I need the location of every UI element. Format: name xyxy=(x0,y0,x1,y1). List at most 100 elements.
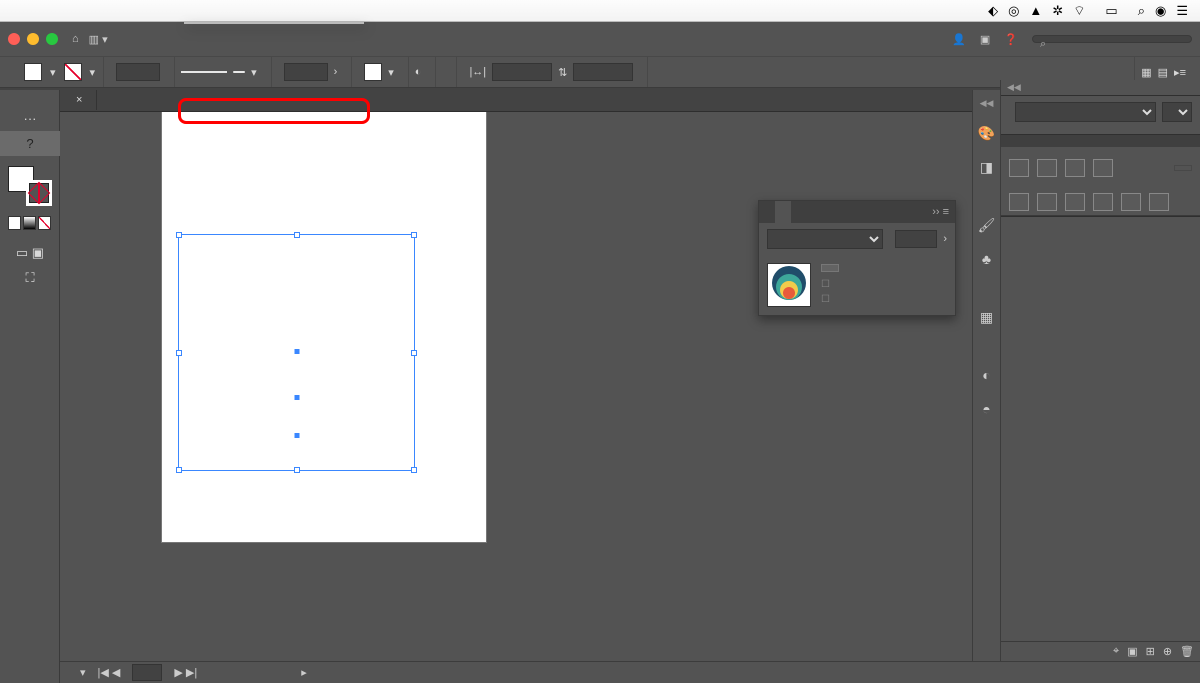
gradient-icon[interactable]: ▦ xyxy=(977,307,997,327)
brush-basic-badge[interactable] xyxy=(233,71,245,73)
shape-height-input[interactable] xyxy=(573,63,633,81)
divide-button[interactable] xyxy=(1009,193,1029,211)
appearance-icon[interactable]: ◐ xyxy=(977,365,997,385)
align-pixel-icon[interactable]: ▤ xyxy=(1158,66,1168,79)
anchor-point[interactable] xyxy=(294,395,299,400)
window-close-button[interactable] xyxy=(8,33,20,45)
stroke-swatch[interactable] xyxy=(64,63,82,81)
transparency-thumb[interactable] xyxy=(767,263,811,307)
unite-button[interactable] xyxy=(1009,159,1029,177)
fill-dropdown-icon[interactable]: ▾ xyxy=(50,66,56,79)
intersect-button[interactable] xyxy=(1065,159,1085,177)
stroke-weight-input[interactable] xyxy=(116,63,160,81)
dropbox-icon[interactable]: ⬖ xyxy=(988,3,998,19)
selection-handle[interactable] xyxy=(294,232,300,238)
home-icon[interactable]: ⌂ xyxy=(72,33,79,45)
stroke-box[interactable] xyxy=(26,180,52,206)
window-minimize-button[interactable] xyxy=(27,33,39,45)
more-icon[interactable]: ▸≡ xyxy=(1174,66,1186,79)
canvas[interactable] xyxy=(60,112,972,661)
delete-layer-icon[interactable]: 🗑 xyxy=(1180,645,1194,658)
minus-back-button[interactable] xyxy=(1149,193,1169,211)
selection-handle[interactable] xyxy=(411,467,417,473)
exclude-button[interactable] xyxy=(1093,159,1113,177)
bluetooth-icon[interactable]: ✲ xyxy=(1052,3,1063,19)
tab-close-icon[interactable]: × xyxy=(76,94,82,106)
artboard-nav-input[interactable] xyxy=(132,664,162,681)
screen-mode-button[interactable]: ⛶ xyxy=(0,265,60,290)
selection-handle[interactable] xyxy=(294,467,300,473)
gradient-tab[interactable] xyxy=(759,201,775,223)
locate-layer-icon[interactable]: ⌖ xyxy=(1113,645,1119,658)
wifi-icon[interactable]: ⌔ xyxy=(1073,3,1085,19)
make-mask-button[interactable] xyxy=(821,264,839,272)
new-sublayer-icon[interactable]: ⊞ xyxy=(1146,645,1155,658)
pathfinder-title[interactable] xyxy=(1001,135,1200,147)
invert-mask-checkbox: ☐ xyxy=(821,294,947,305)
fill-swatch[interactable] xyxy=(24,63,42,81)
unknown-tool-button[interactable]: ? xyxy=(0,131,60,156)
selection-handle[interactable] xyxy=(176,232,182,238)
edit-toolbar-button[interactable]: ··· xyxy=(0,106,60,131)
new-layer-icon[interactable]: ⊕ xyxy=(1163,645,1172,658)
stroke-dropdown-icon[interactable]: ▾ xyxy=(90,66,96,79)
blend-mode-select[interactable] xyxy=(767,229,883,249)
tools-panel: ··· ? ▭ ▣ ⛶ xyxy=(0,90,60,683)
shape-width-input[interactable] xyxy=(492,63,552,81)
siri-icon[interactable]: ◉ xyxy=(1155,3,1166,19)
opacity-input-panel[interactable] xyxy=(895,230,937,248)
selection-handle[interactable] xyxy=(411,350,417,356)
selection-bounding-box[interactable] xyxy=(178,234,415,471)
anchor-point[interactable] xyxy=(294,433,299,438)
crop-button[interactable] xyxy=(1093,193,1113,211)
arrange-panel-icon[interactable]: ▣ xyxy=(980,33,990,46)
battery-icon[interactable]: ▭ xyxy=(1105,3,1117,19)
outline-button[interactable] xyxy=(1121,193,1141,211)
selection-handle[interactable] xyxy=(176,467,182,473)
window-zoom-button[interactable] xyxy=(46,33,58,45)
artboard-next-icon[interactable]: ▶ ▶| xyxy=(174,666,197,679)
sync-icon[interactable]: ◎ xyxy=(1008,3,1019,19)
opacity-input[interactable] xyxy=(284,63,328,81)
make-clip-icon[interactable]: ▣ xyxy=(1127,645,1137,658)
graphic-styles-icon[interactable]: ◓ xyxy=(977,399,997,419)
color-mode-gradient[interactable] xyxy=(23,216,36,230)
document-tab[interactable]: × xyxy=(68,90,97,110)
minus-front-button[interactable] xyxy=(1037,159,1057,177)
arrange-docs-icon[interactable]: ▥ ▾ xyxy=(89,33,108,46)
recolor-icon[interactable]: ◐ xyxy=(415,66,422,78)
shape-width-icon[interactable]: |↔| xyxy=(469,66,486,78)
stroke-weight-select[interactable] xyxy=(1015,102,1156,122)
color-guide-icon[interactable]: ◨ xyxy=(977,157,997,177)
color-mode-color[interactable] xyxy=(8,216,21,230)
help-icon[interactable]: ❓ xyxy=(1004,33,1018,46)
transparency-panel[interactable]: ›› ≡ › ☐ ☐ xyxy=(758,200,956,316)
control-center-icon[interactable]: ☰ xyxy=(1176,3,1188,19)
transparency-tab[interactable] xyxy=(775,201,791,223)
style-swatch[interactable] xyxy=(364,63,382,81)
brushes-icon[interactable]: 🖌 xyxy=(977,215,997,235)
fill-stroke-control[interactable] xyxy=(8,166,52,206)
selection-handle[interactable] xyxy=(411,232,417,238)
color-panel-icon[interactable]: 🎨 xyxy=(977,123,997,143)
anchor-point[interactable] xyxy=(294,349,299,354)
status-bar: ▾ |◀ ◀ ▶ ▶| ▸ xyxy=(60,661,1200,683)
trim-button[interactable] xyxy=(1037,193,1057,211)
pathfinders-label xyxy=(1001,181,1200,189)
drawing-mode-row[interactable]: ▭ ▣ xyxy=(0,240,60,265)
spotlight-icon[interactable]: ⌕ xyxy=(1138,3,1145,19)
right-panels: ◀◀ ⌖ ▣ ⊞ ⊕ 🗑 xyxy=(1000,80,1200,661)
symbols-icon[interactable]: ♣ xyxy=(977,249,997,269)
merge-button[interactable] xyxy=(1065,193,1085,211)
search-help-input[interactable] xyxy=(1032,35,1192,43)
cc-icon[interactable]: ▲ xyxy=(1029,3,1042,18)
user-icon[interactable]: 👤 xyxy=(952,33,966,46)
panel-collapse-icon[interactable]: ›› ≡ xyxy=(926,201,955,223)
stroke-cap-select[interactable] xyxy=(1162,102,1192,122)
selection-handle[interactable] xyxy=(176,350,182,356)
mac-menubar: ⬖ ◎ ▲ ✲ ⌔ ▭ ⌕ ◉ ☰ xyxy=(0,0,1200,22)
color-mode-none[interactable] xyxy=(38,216,51,230)
artboard-prev-icon[interactable]: |◀ ◀ xyxy=(98,666,121,679)
shape-link-icon[interactable]: ⇅ xyxy=(558,66,567,79)
isolate-icon[interactable]: ▦ xyxy=(1141,66,1151,79)
